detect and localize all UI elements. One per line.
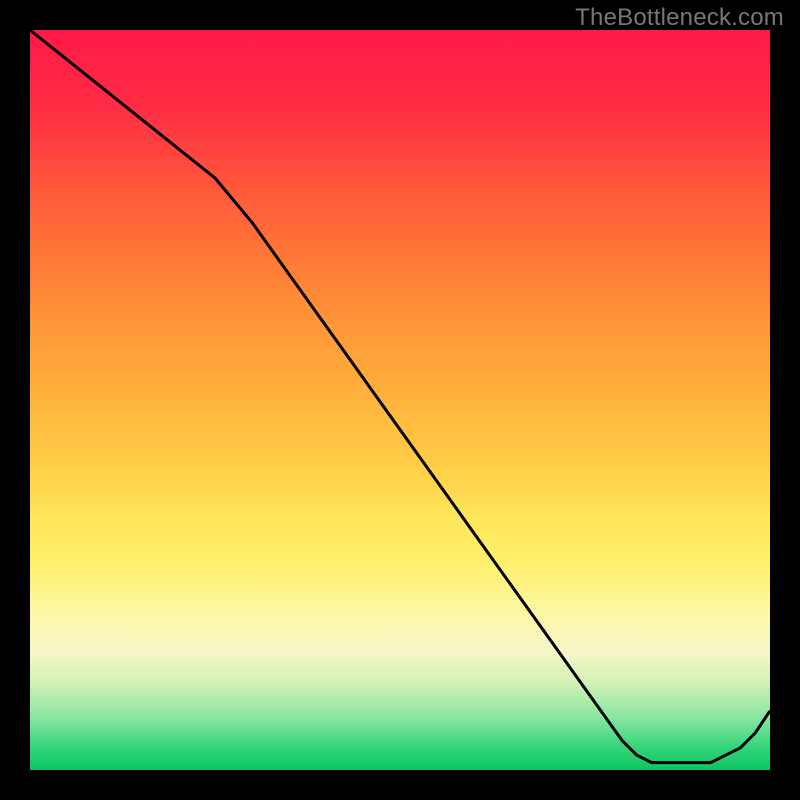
plot-area [30, 30, 770, 770]
bottleneck-curve [30, 30, 770, 763]
line-chart-svg [30, 30, 770, 770]
watermark-text: TheBottleneck.com [575, 4, 784, 32]
chart-frame: TheBottleneck.com [0, 0, 800, 800]
